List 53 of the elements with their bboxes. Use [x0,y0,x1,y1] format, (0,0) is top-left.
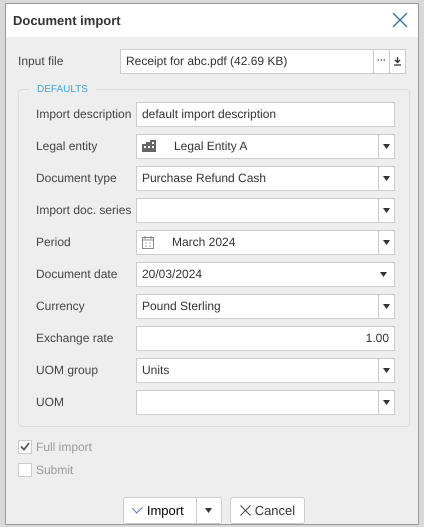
dropdown-field[interactable]: Legal Entity A [136,134,395,158]
cancel-button[interactable]: Cancel [230,497,306,524]
dropdown-field[interactable]: March 2024 [136,230,395,254]
caret-icon [380,272,386,276]
close-icon [392,12,408,28]
checkmark-icon [132,507,143,514]
field-value: Pound Sterling [142,298,221,315]
field-value: Legal Entity A [174,138,248,155]
dialog-title: Document import [13,12,121,30]
field-label: UOM [36,394,65,411]
file-name: Receipt for abc.pdf (42.69 KB) [126,53,288,70]
dropdown-field[interactable]: Units [136,358,395,382]
field-label: Document date [36,266,118,283]
dropdown-field[interactable]: Pound Sterling [136,294,395,318]
dropdown-field[interactable] [136,198,395,222]
input-field[interactable]: default import description [136,102,395,126]
field-value: March 2024 [172,234,236,251]
dropdown-field[interactable]: Purchase Refund Cash [136,166,395,190]
file-field[interactable]: Receipt for abc.pdf (42.69 KB) ··· [120,48,406,74]
import-button[interactable]: Import [124,498,192,523]
field-label: Document type [36,170,118,187]
input-field[interactable]: 1.00 [136,326,395,350]
field-label: Period [36,234,72,251]
caret-icon [383,144,390,148]
field-label: Input file [18,53,64,70]
field-label: Import doc. series [36,202,132,219]
field-value: 1.00 [366,330,389,347]
caret-icon [205,508,212,513]
close-icon [240,505,251,516]
building-icon [142,140,156,152]
checkmark-icon [20,442,30,451]
field-value: Units [142,362,170,379]
field-label: UOM group [36,362,100,379]
caret-icon [383,304,390,308]
field-label: Legal entity [36,138,98,155]
dropdown-field[interactable]: 20/03/2024 [136,262,395,286]
checkbox-label: Full import [36,438,92,456]
field-value: default import description [142,106,276,123]
close-button[interactable] [392,12,410,30]
download-icon [393,56,402,66]
caret-icon [383,176,390,180]
field-value: Purchase Refund Cash [142,170,266,187]
checkbox-label: Submit [36,462,74,478]
field-label: Currency [36,298,86,315]
caret-icon [383,208,390,212]
calendar-icon [142,236,154,248]
caret-icon [383,368,390,372]
field-value: 20/03/2024 [142,266,202,283]
caret-icon [383,400,390,404]
field-label: Import description [36,106,132,123]
dropdown-field[interactable] [136,390,395,414]
field-label: Exchange rate [36,330,114,347]
caret-icon [383,240,390,244]
